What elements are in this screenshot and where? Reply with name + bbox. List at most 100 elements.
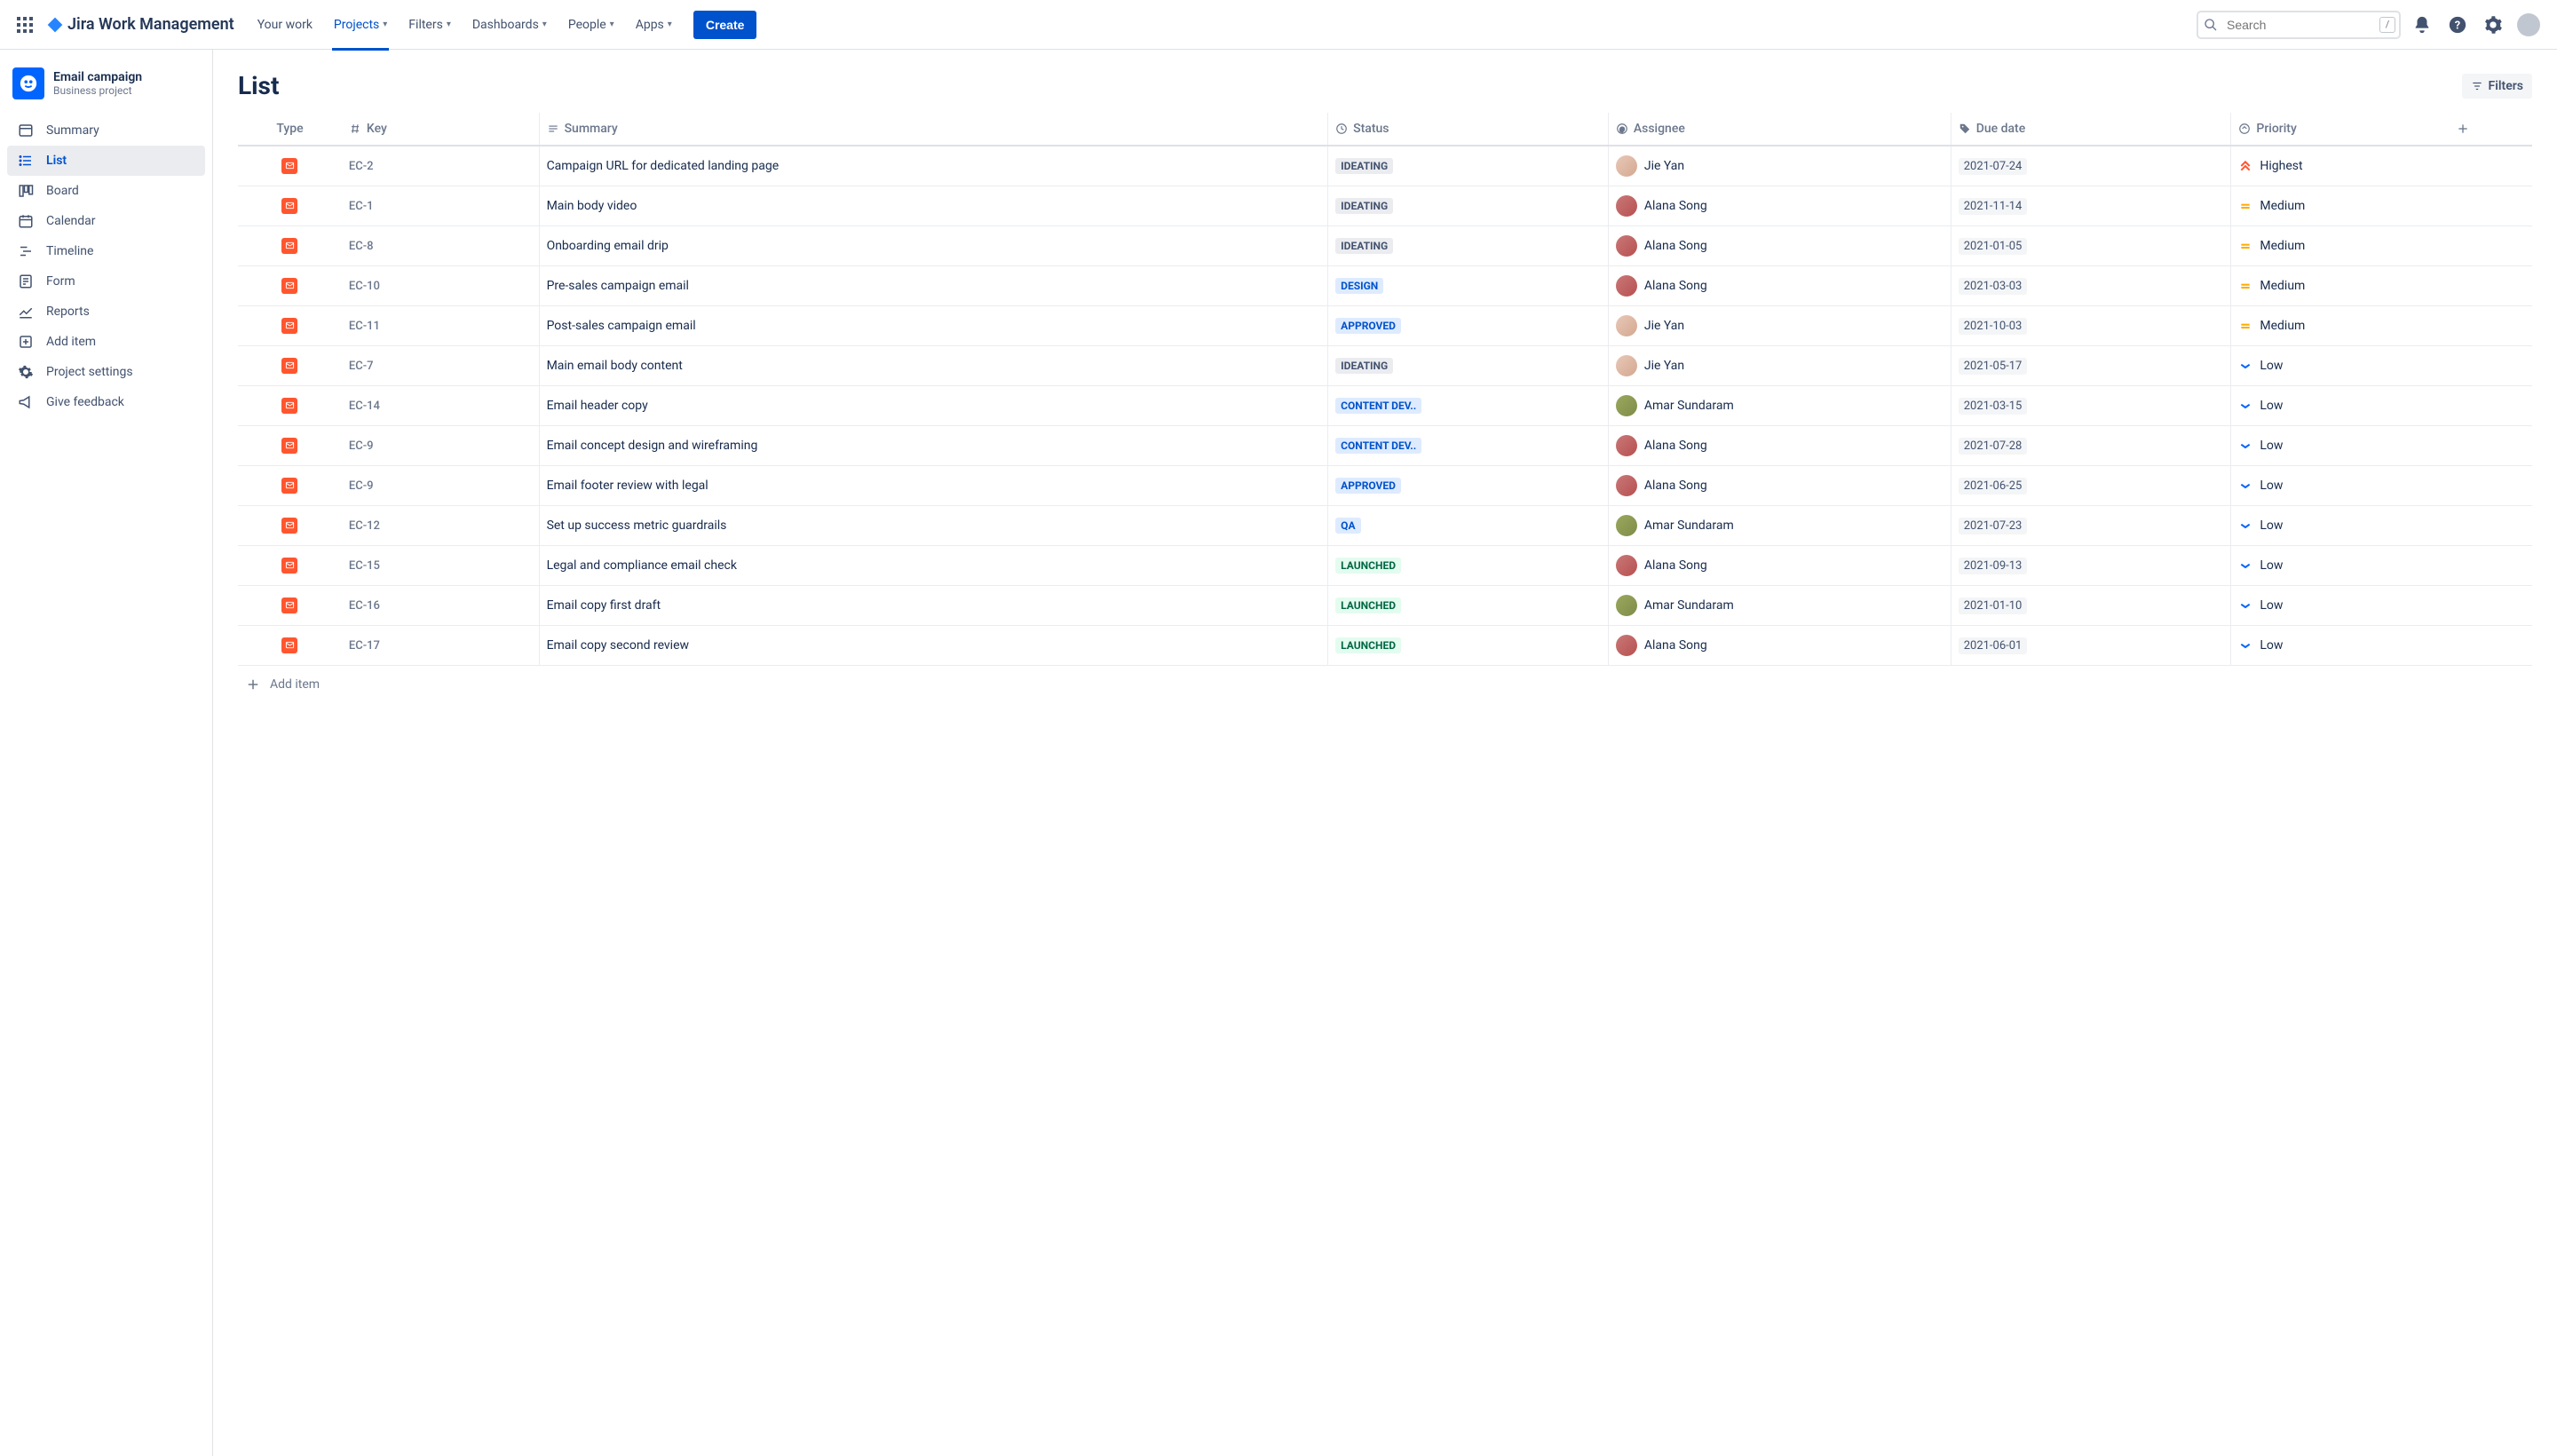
search-field[interactable]: / [2197, 11, 2401, 39]
issue-key[interactable]: EC-11 [349, 320, 380, 333]
issue-summary[interactable]: Email footer review with legal [547, 479, 709, 493]
assignee-cell[interactable]: Jie Yan [1616, 355, 1943, 376]
due-date[interactable]: 2021-07-23 [1959, 518, 2028, 534]
priority-cell[interactable]: Low [2238, 439, 2442, 453]
column-assignee[interactable]: @Assignee [1608, 113, 1951, 146]
issue-key[interactable]: EC-12 [349, 519, 380, 533]
column-type[interactable]: Type [238, 113, 342, 146]
issue-key[interactable]: EC-10 [349, 280, 380, 293]
priority-cell[interactable]: Low [2238, 479, 2442, 493]
due-date[interactable]: 2021-07-24 [1959, 158, 2028, 175]
product-logo[interactable]: Jira Work Management [46, 15, 234, 34]
status-badge[interactable]: IDEATING [1335, 238, 1393, 254]
sidebar-item-list[interactable]: List [7, 146, 205, 176]
sidebar-item-calendar[interactable]: Calendar [7, 206, 205, 236]
issue-summary[interactable]: Post-sales campaign email [547, 319, 696, 333]
add-item-row[interactable]: Add item [238, 666, 2532, 703]
priority-cell[interactable]: Low [2238, 518, 2442, 533]
column-summary[interactable]: Summary [539, 113, 1328, 146]
create-button[interactable]: Create [693, 11, 757, 39]
table-row[interactable]: EC-8 Onboarding email drip IDEATING Alan… [238, 226, 2532, 266]
nav-dashboards[interactable]: Dashboards▾ [463, 12, 556, 37]
due-date[interactable]: 2021-06-01 [1959, 637, 2028, 654]
add-column-button[interactable] [2449, 113, 2532, 146]
assignee-cell[interactable]: Amar Sundaram [1616, 595, 1943, 616]
issue-key[interactable]: EC-1 [349, 200, 374, 213]
due-date[interactable]: 2021-01-10 [1959, 597, 2028, 614]
status-badge[interactable]: QA [1335, 518, 1360, 534]
issue-summary[interactable]: Campaign URL for dedicated landing page [547, 159, 780, 173]
status-badge[interactable]: IDEATING [1335, 198, 1393, 214]
issue-summary[interactable]: Email concept design and wireframing [547, 439, 758, 453]
sidebar-item-settings[interactable]: Project settings [7, 357, 205, 387]
table-row[interactable]: EC-9 Email footer review with legal APPR… [238, 466, 2532, 506]
table-row[interactable]: EC-12 Set up success metric guardrails Q… [238, 506, 2532, 546]
issue-summary[interactable]: Legal and compliance email check [547, 558, 737, 573]
issue-summary[interactable]: Onboarding email drip [547, 239, 669, 253]
table-row[interactable]: EC-15 Legal and compliance email check L… [238, 546, 2532, 586]
due-date[interactable]: 2021-07-28 [1959, 438, 2028, 455]
column-priority[interactable]: Priority [2231, 113, 2450, 146]
sidebar-item-reports[interactable]: Reports [7, 297, 205, 327]
project-header[interactable]: Email campaign Business project [7, 67, 205, 115]
assignee-cell[interactable]: Alana Song [1616, 235, 1943, 257]
profile-avatar[interactable] [2514, 11, 2543, 39]
assignee-cell[interactable]: Alana Song [1616, 195, 1943, 217]
due-date[interactable]: 2021-03-15 [1959, 398, 2028, 415]
sidebar-item-feedback[interactable]: Give feedback [7, 387, 205, 417]
status-badge[interactable]: CONTENT DEV.. [1335, 398, 1421, 414]
table-row[interactable]: EC-10 Pre-sales campaign email DESIGN Al… [238, 266, 2532, 306]
issue-key[interactable]: EC-9 [349, 479, 374, 493]
app-switcher-icon[interactable] [14, 14, 36, 36]
sidebar-item-timeline[interactable]: Timeline [7, 236, 205, 266]
column-status[interactable]: Status [1328, 113, 1609, 146]
status-badge[interactable]: DESIGN [1335, 278, 1383, 294]
sidebar-item-board[interactable]: Board [7, 176, 205, 206]
table-row[interactable]: EC-2 Campaign URL for dedicated landing … [238, 146, 2532, 186]
due-date[interactable]: 2021-05-17 [1959, 358, 2028, 375]
issue-summary[interactable]: Pre-sales campaign email [547, 279, 689, 293]
due-date[interactable]: 2021-10-03 [1959, 318, 2028, 335]
nav-filters[interactable]: Filters▾ [400, 12, 460, 37]
assignee-cell[interactable]: Jie Yan [1616, 155, 1943, 177]
assignee-cell[interactable]: Alana Song [1616, 635, 1943, 656]
nav-apps[interactable]: Apps▾ [627, 12, 681, 37]
due-date[interactable]: 2021-09-13 [1959, 558, 2028, 574]
issue-summary[interactable]: Main body video [547, 199, 637, 213]
settings-icon[interactable] [2479, 11, 2507, 39]
search-input[interactable] [2197, 11, 2401, 39]
priority-cell[interactable]: Low [2238, 638, 2442, 653]
assignee-cell[interactable]: Alana Song [1616, 275, 1943, 297]
issue-key[interactable]: EC-16 [349, 599, 380, 613]
priority-cell[interactable]: Medium [2238, 319, 2442, 333]
issue-summary[interactable]: Set up success metric guardrails [547, 518, 727, 533]
due-date[interactable]: 2021-03-03 [1959, 278, 2028, 295]
issue-key[interactable]: EC-14 [349, 400, 380, 413]
assignee-cell[interactable]: Amar Sundaram [1616, 515, 1943, 536]
issue-key[interactable]: EC-17 [349, 639, 380, 653]
nav-people[interactable]: People▾ [559, 12, 623, 37]
notifications-icon[interactable] [2408, 11, 2436, 39]
filters-button[interactable]: Filters [2462, 74, 2532, 99]
issue-key[interactable]: EC-8 [349, 240, 374, 253]
assignee-cell[interactable]: Alana Song [1616, 435, 1943, 456]
priority-cell[interactable]: Low [2238, 558, 2442, 573]
table-row[interactable]: EC-16 Email copy first draft LAUNCHED Am… [238, 586, 2532, 626]
status-badge[interactable]: LAUNCHED [1335, 597, 1401, 613]
status-badge[interactable]: APPROVED [1335, 478, 1401, 494]
status-badge[interactable]: LAUNCHED [1335, 637, 1401, 653]
sidebar-item-add[interactable]: Add item [7, 327, 205, 357]
nav-your-work[interactable]: Your work [249, 12, 321, 37]
assignee-cell[interactable]: Alana Song [1616, 475, 1943, 496]
issue-key[interactable]: EC-7 [349, 360, 374, 373]
table-row[interactable]: EC-1 Main body video IDEATING Alana Song… [238, 186, 2532, 226]
sidebar-item-form[interactable]: Form [7, 266, 205, 297]
due-date[interactable]: 2021-11-14 [1959, 198, 2028, 215]
table-row[interactable]: EC-11 Post-sales campaign email APPROVED… [238, 306, 2532, 346]
due-date[interactable]: 2021-06-25 [1959, 478, 2028, 495]
priority-cell[interactable]: Highest [2238, 159, 2442, 173]
table-row[interactable]: EC-9 Email concept design and wireframin… [238, 426, 2532, 466]
table-row[interactable]: EC-7 Main email body content IDEATING Ji… [238, 346, 2532, 386]
priority-cell[interactable]: Medium [2238, 239, 2442, 253]
assignee-cell[interactable]: Amar Sundaram [1616, 395, 1943, 416]
